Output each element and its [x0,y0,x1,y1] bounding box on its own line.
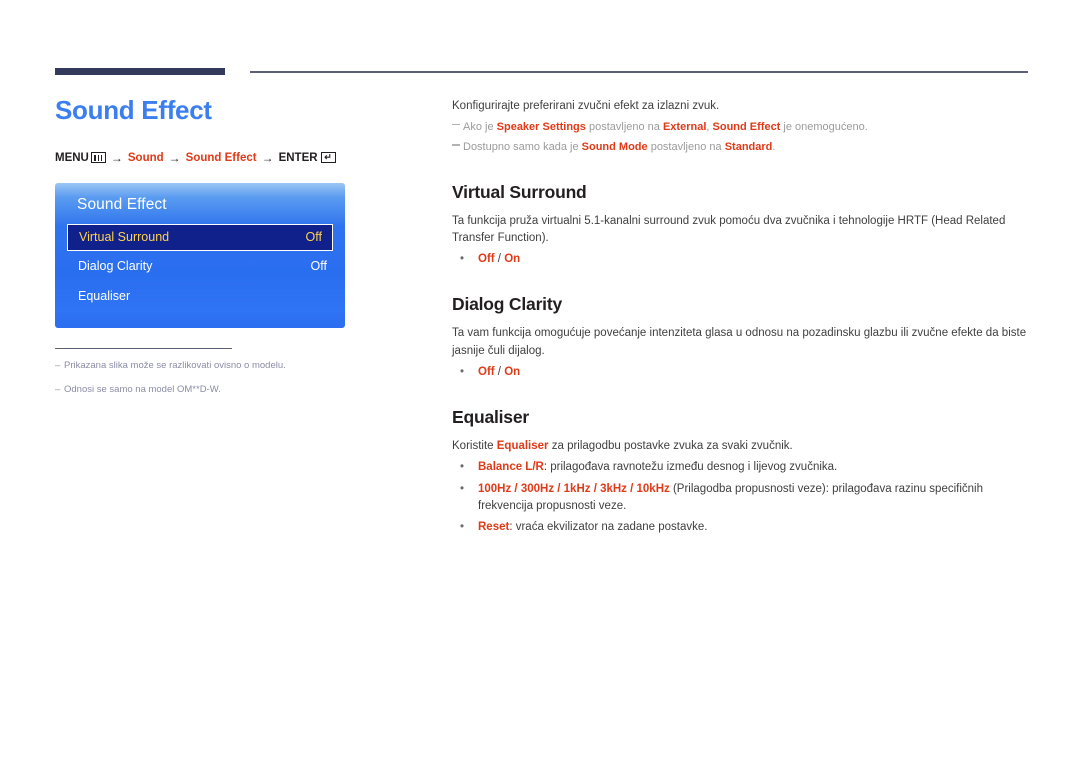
footnote-item: – Odnosi se samo na model OM**D-W. [55,384,255,397]
section-title-dialog-clarity: Dialog Clarity [452,294,563,315]
osd-row-value: Off [305,230,322,245]
header-accent-bar [55,68,225,75]
breadcrumb: MENU → Sound → Sound Effect → ENTER ↵ [55,151,415,165]
section-body-equaliser: Koristite Equaliser za prilagodbu postav… [452,440,793,453]
breadcrumb-arrow-3: → [261,150,274,165]
bullet-dot-icon: • [460,365,465,378]
bullet-dot-icon: • [460,461,465,474]
osd-row-value: Off [310,258,327,273]
breadcrumb-arrow-1: → [110,150,123,165]
footnote-text: Prikazana slika može se razlikovati ovis… [64,359,286,371]
osd-row-virtual-surround[interactable]: Virtual Surround Off [67,223,333,251]
osd-row-label: Virtual Surround [79,230,170,245]
option-pair-off-on: Off / On [478,253,521,266]
list-item: • Reset: vraća ekvilizator na zadane pos… [452,519,1030,536]
section-title-virtual-surround: Virtual Surround [452,181,587,202]
breadcrumb-step-sound-effect[interactable]: Sound Effect [186,152,257,164]
footnote-item: – Prikazana slika može se razlikovati ov… [55,359,286,373]
osd-menu-panel: Sound Effect Virtual Surround Off Dialog… [55,182,345,328]
bullet-dot-icon: • [460,253,465,266]
footnote-dash: – [55,383,61,395]
section-body-virtual-surround: Ta funkcija pruža virtualni 5.1-kanalni … [452,214,1006,244]
options-list-virtual-surround: • Off / On [452,251,1030,268]
left-column: Sound Effect MENU → Sound → Sound Effect… [55,96,415,408]
intro-note-1-text: Ako je Speaker Settings postavljeno na E… [463,120,868,133]
footnote-dash: – [55,359,61,371]
equaliser-item-frequencies: 100Hz / 300Hz / 1kHz / 3kHz / 10kHz (Pri… [478,482,983,512]
note-dash-icon [452,119,463,136]
osd-row-equaliser[interactable]: Equaliser [55,281,345,311]
right-column: Konfigurirajte preferirani zvučni efekt … [452,98,1030,540]
section-title-equaliser: Equaliser [452,407,529,428]
bullet-dot-icon: • [460,482,465,495]
list-item: • Off / On [452,364,1030,381]
options-list-equaliser: • Balance L/R: prilagođava ravnotežu izm… [452,459,1030,536]
note-dash-icon [452,139,463,156]
bullet-dot-icon: • [460,521,465,534]
intro-description: Konfigurirajte preferirani zvučni efekt … [452,100,720,112]
equaliser-item-reset: Reset: vraća ekvilizator na zadane posta… [478,521,708,534]
osd-row-label: Equaliser [78,288,131,303]
osd-row-label: Dialog Clarity [78,258,153,273]
breadcrumb-enter-label: ENTER [278,151,318,164]
menu-bars-icon [90,152,106,164]
header-divider-line [250,71,1028,73]
breadcrumb-arrow-2: → [168,150,181,165]
page-header-rules [0,0,1080,75]
left-footnotes: – Prikazana slika može se razlikovati ov… [55,347,286,397]
equaliser-item-balance: Balance L/R: prilagođava ravnotežu izmeđ… [478,461,838,474]
list-item: • Balance L/R: prilagođava ravnotežu izm… [452,459,1030,476]
enter-return-icon: ↵ [320,152,336,164]
list-item: • Off / On [452,251,1030,268]
list-item: • 100Hz / 300Hz / 1kHz / 3kHz / 10kHz (P… [452,481,1030,516]
intro-note-1: Ako je Speaker Settings postavljeno na E… [452,119,1030,136]
osd-menu-list: Virtual Surround Off Dialog Clarity Off … [55,223,345,311]
osd-row-dialog-clarity[interactable]: Dialog Clarity Off [55,251,345,281]
footnote-text: Odnosi se samo na model OM**D-W. [64,383,221,395]
option-pair-off-on: Off / On [478,365,521,378]
intro-note-2-text: Dostupno samo kada je Sound Mode postavl… [463,141,776,154]
intro-note-2: Dostupno samo kada je Sound Mode postavl… [452,139,1030,156]
section-body-dialog-clarity: Ta vam funkcija omogućuje povećanje inte… [452,327,1027,357]
footnotes-divider [55,347,232,349]
page-title: Sound Effect [55,95,212,125]
breadcrumb-step-sound[interactable]: Sound [128,152,164,164]
breadcrumb-menu-label: MENU [55,151,89,164]
options-list-dialog-clarity: • Off / On [452,364,1030,381]
osd-panel-title: Sound Effect [77,195,167,213]
